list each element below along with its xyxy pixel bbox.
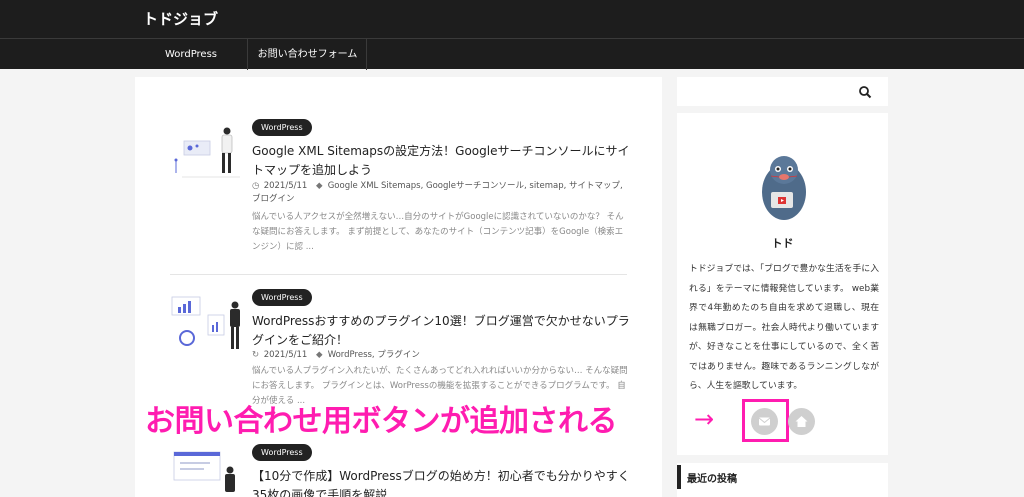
recent-posts-title: 最近の投稿 [687,474,737,485]
post-tags[interactable]: Google XML Sitemaps, Googleサーチコンソール, sit… [252,181,623,204]
post-card[interactable]: WordPress Google XML Sitemapsの設定方法！Googl… [170,119,630,259]
search-icon[interactable] [858,85,872,99]
home-button[interactable] [788,408,815,435]
search-box [677,77,888,106]
tag-icon: ◆ [316,350,323,360]
category-badge[interactable]: WordPress [252,289,312,306]
post-date: 2021/5/11 [263,181,308,191]
post-meta: ◷ 2021/5/11 ◆ Google XML Sitemaps, Googl… [252,180,630,206]
clock-icon: ◷ [252,181,260,191]
post-excerpt: 悩んでいる人アクセスが全然増えない…自分のサイトがGoogleに認識されていない… [252,212,624,252]
post-title[interactable]: 【10分で作成】WordPressブログの始め方！初心者でも分かりやすく35枚の… [252,467,630,497]
annotation-callout: お問い合わせ用ボタンが追加される [145,404,618,439]
search-input[interactable] [683,83,853,100]
avatar [762,156,806,220]
post-date: 2021/5/11 [263,350,308,360]
post-thumbnail[interactable] [170,444,242,497]
home-icon [795,416,808,427]
tag-icon: ◆ [316,181,323,191]
site-title[interactable]: トドジョブ [143,8,218,29]
post-title[interactable]: Google XML Sitemapsの設定方法！Googleサーチコンソールに… [252,142,630,180]
post-card[interactable]: WordPress WordPressおすすめのプラグイン10選！ブログ運営で欠… [170,289,630,409]
refresh-icon: ↻ [252,350,260,360]
post-title[interactable]: WordPressおすすめのプラグイン10選！ブログ運営で欠かせないプラグインを… [252,312,630,350]
profile-bio: トドジョブでは、「ブログで豊かな生活を手に入れる」をテーマに情報発信しています。… [689,264,879,391]
post-card[interactable]: WordPress 【10分で作成】WordPressブログの始め方！初心者でも… [170,444,630,497]
post-tags[interactable]: WordPress, プラグイン [328,350,420,360]
nav-item-contact-form[interactable]: お問い合わせフォーム [249,39,367,70]
site-header: トドジョブ [0,0,1024,38]
post-meta: ↻ 2021/5/11 ◆ WordPress, プラグイン [252,349,630,362]
nav-item-wordpress[interactable]: WordPress [135,39,248,70]
post-thumbnail[interactable] [170,119,242,187]
category-badge[interactable]: WordPress [252,119,312,136]
global-nav: WordPress お問い合わせフォーム [0,38,1024,70]
widget-title-bar [677,465,681,489]
category-badge[interactable]: WordPress [252,444,312,461]
post-thumbnail[interactable] [170,289,242,357]
annotation-arrow: → [694,405,715,433]
post-divider [170,274,627,275]
profile-name: トド [771,237,794,250]
highlight-box [742,399,789,442]
